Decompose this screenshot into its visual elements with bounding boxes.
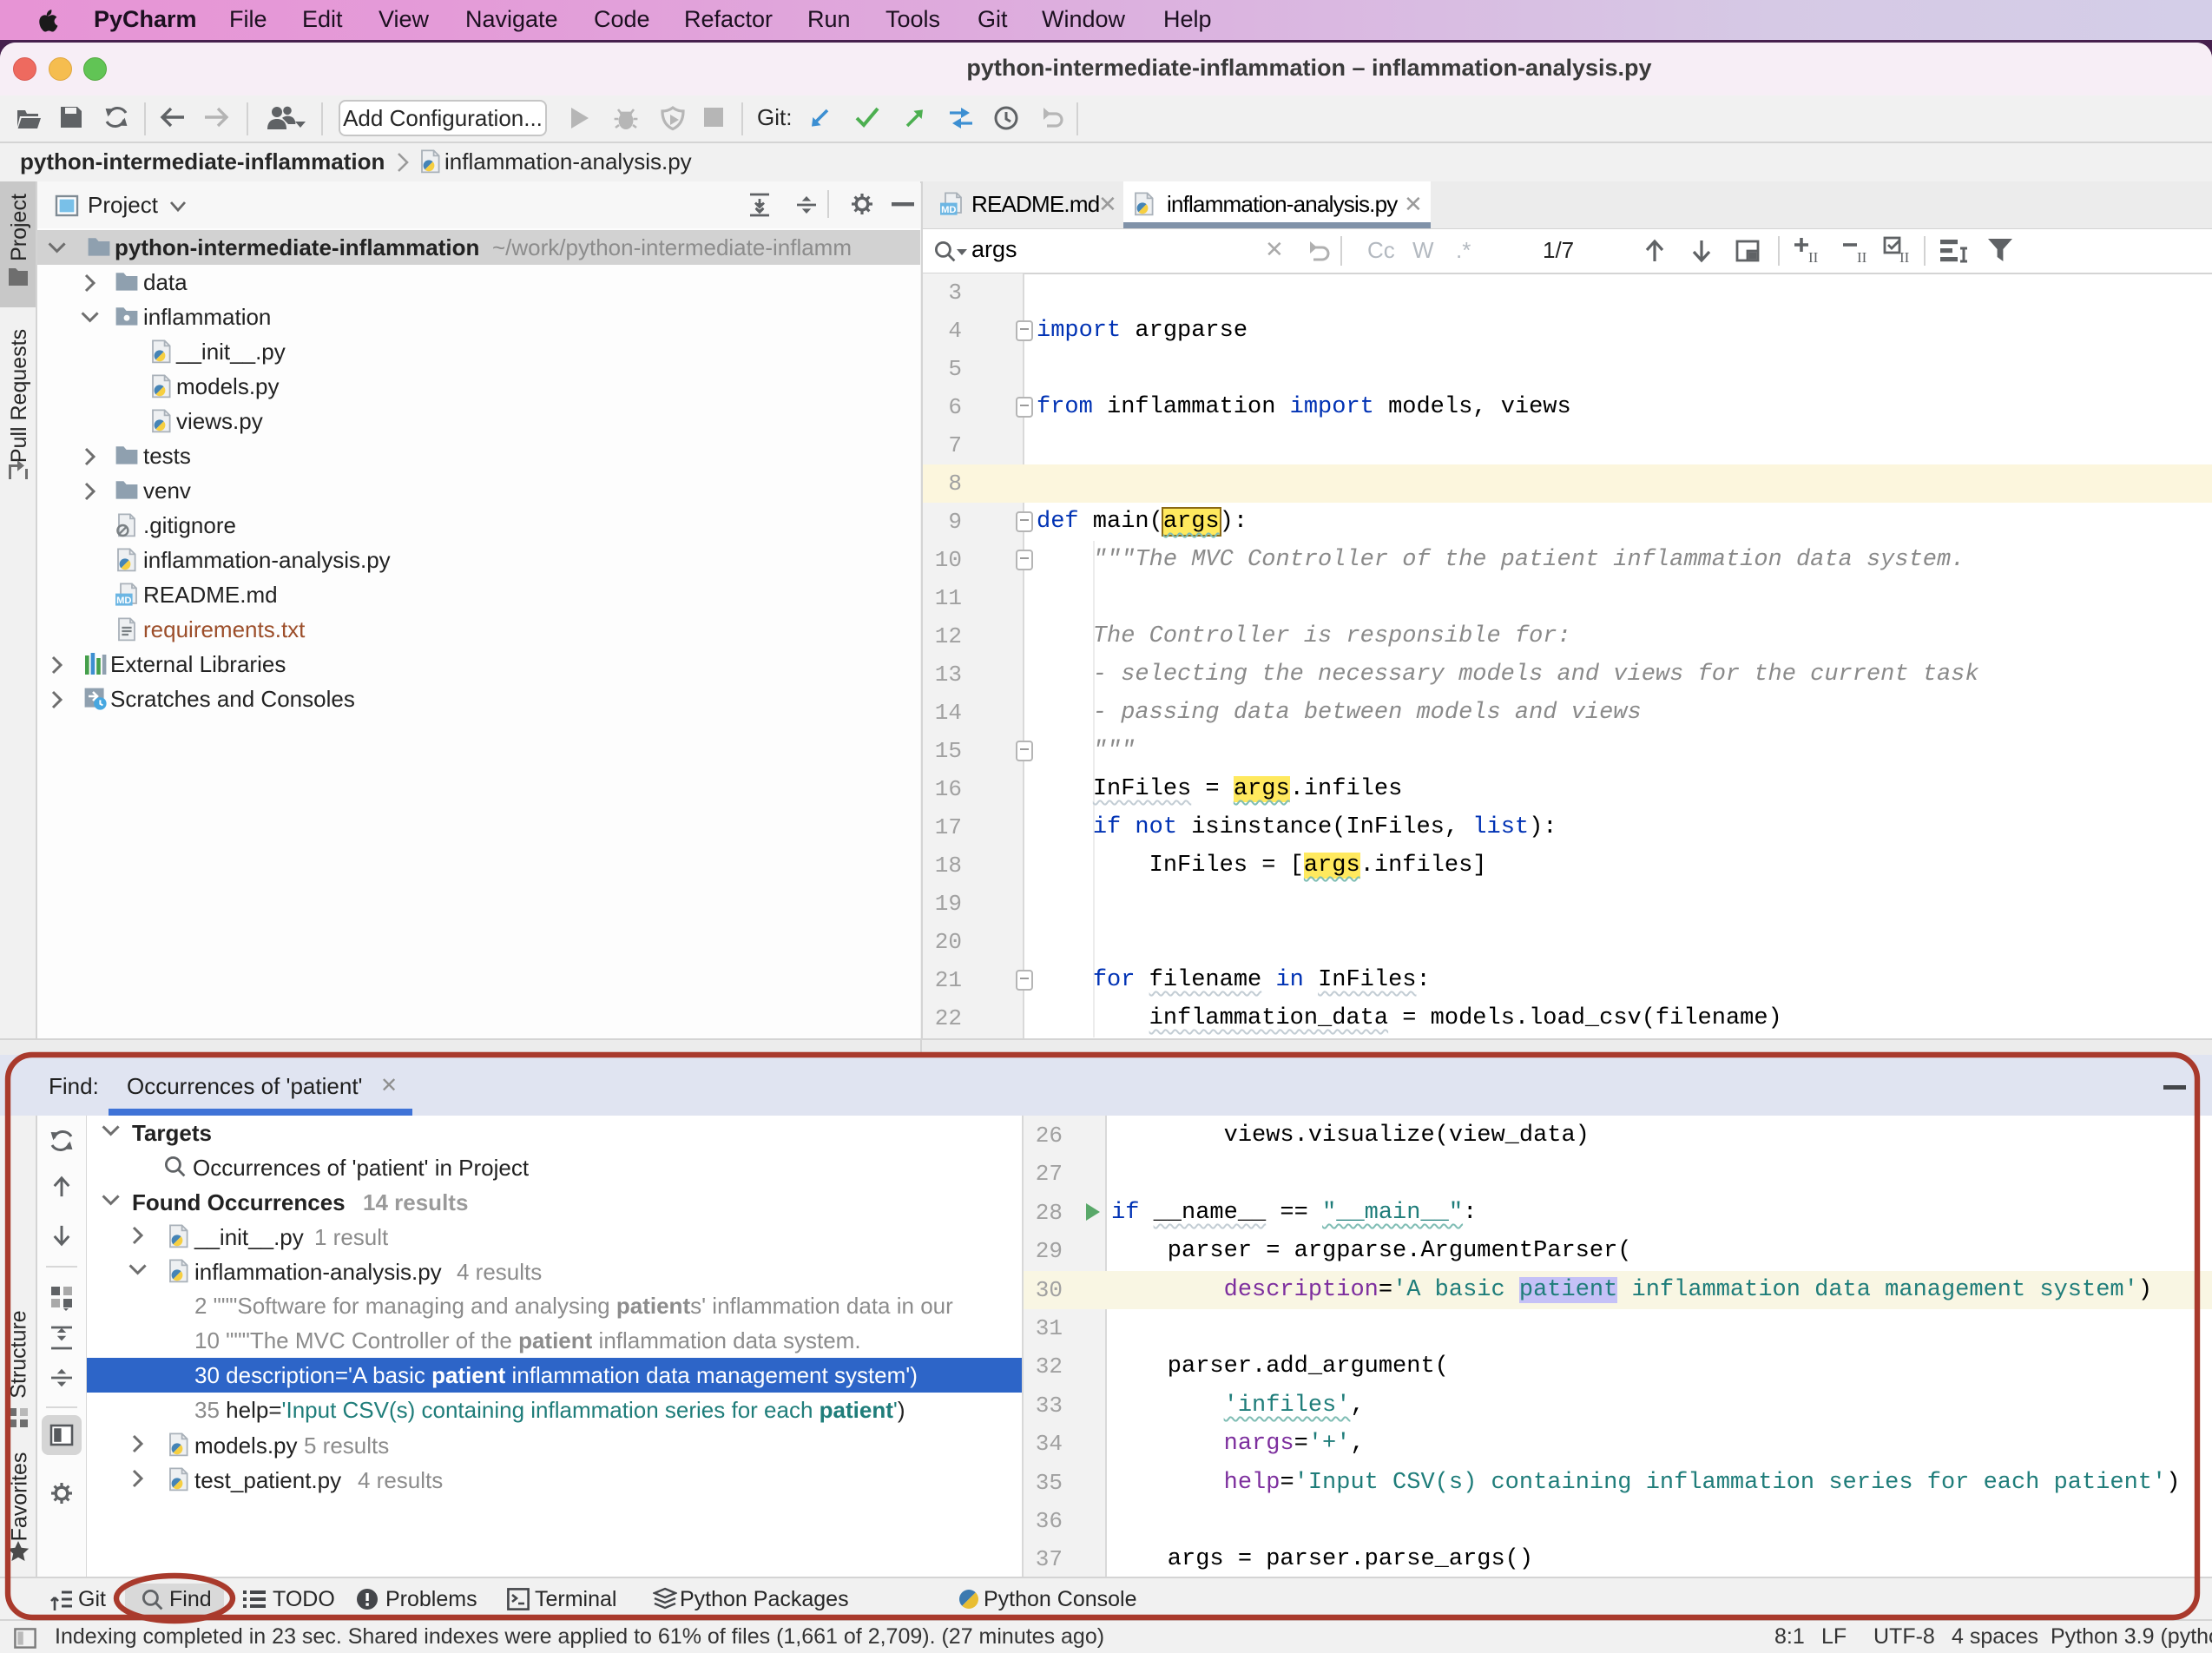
- svg-text:II: II: [1857, 249, 1867, 266]
- svg-text:II: II: [1808, 249, 1819, 266]
- svg-text:II: II: [1899, 249, 1910, 266]
